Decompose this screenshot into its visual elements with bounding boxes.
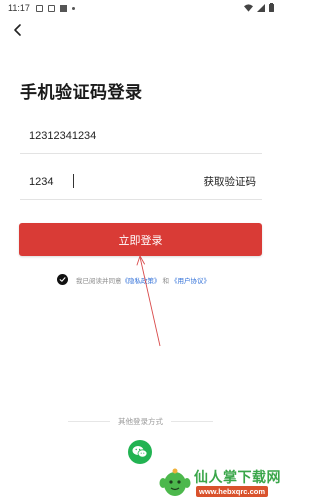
watermark-url: www.hebxqrc.com xyxy=(196,486,268,497)
cactus-mascot-icon xyxy=(159,468,191,496)
divider-line xyxy=(68,421,110,422)
wechat-login-button[interactable] xyxy=(128,440,152,464)
other-login-label: 其他登录方式 xyxy=(118,417,163,426)
divider-line xyxy=(171,421,213,422)
watermark-title: 仙人掌下载网 xyxy=(194,469,281,485)
wechat-icon xyxy=(132,446,148,458)
site-watermark: 仙人掌下载网 www.hebxqrc.com xyxy=(152,462,281,500)
other-login-divider: 其他登录方式 xyxy=(68,416,213,427)
